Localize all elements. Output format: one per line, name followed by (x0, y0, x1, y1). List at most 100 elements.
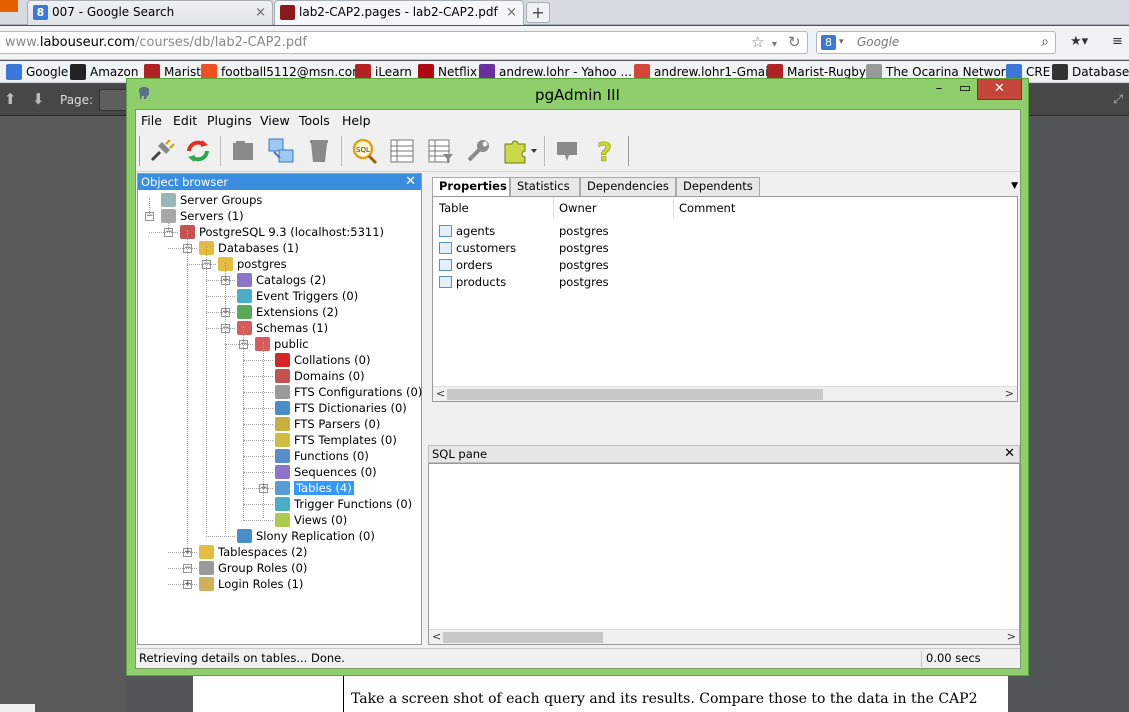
tree-node-label: Slony Replication (0) (256, 529, 375, 543)
tree-node-label: Tablespaces (2) (218, 545, 308, 559)
bookmark-star-icon[interactable]: ☆ (751, 32, 764, 53)
menu-icon[interactable]: ≡ (1112, 34, 1123, 49)
horizontal-scrollbar[interactable]: < > (433, 386, 1017, 401)
tree-node[interactable]: Extensions (2) (237, 304, 338, 320)
tree-node[interactable]: Views (0) (275, 512, 347, 528)
tree-node[interactable]: Login Roles (1) (199, 576, 303, 592)
tree-node[interactable]: Trigger Functions (0) (275, 496, 412, 512)
hint-icon[interactable] (550, 134, 584, 168)
firefox-menu-button[interactable] (0, 0, 18, 12)
column-header-comment[interactable]: Comment (679, 201, 735, 215)
view-data-icon[interactable] (385, 134, 419, 168)
tree-node[interactable]: Event Triggers (0) (237, 288, 358, 304)
tree-node[interactable]: Group Roles (0) (199, 560, 307, 576)
maintenance-wrench-icon[interactable] (461, 134, 495, 168)
fullscreen-icon[interactable]: ⤢ (1113, 92, 1123, 107)
scrollbar-thumb[interactable] (443, 632, 603, 643)
tabs-dropdown-icon[interactable]: ▼ (1011, 181, 1018, 191)
view-icon (275, 513, 290, 527)
chevron-down-icon[interactable]: ▾ (839, 32, 844, 53)
view-filtered-data-icon[interactable] (423, 134, 457, 168)
column-header-owner[interactable]: Owner (559, 201, 597, 215)
tree-node[interactable]: Schemas (1) (237, 320, 328, 336)
close-pane-icon[interactable]: ✕ (1004, 446, 1015, 462)
bookmark-item[interactable]: Database (1052, 64, 1129, 80)
tab-dependents[interactable]: Dependents (676, 177, 760, 196)
menu-edit[interactable]: Edit (173, 113, 197, 128)
collation-icon (275, 353, 290, 367)
bookmark-item[interactable]: Google (6, 64, 68, 80)
next-page-icon[interactable]: ⬇ (32, 90, 45, 108)
table-row[interactable]: orders postgres (439, 257, 999, 274)
tree-node[interactable]: FTS Parsers (0) (275, 416, 380, 432)
tree-node[interactable]: Servers (1) (161, 208, 244, 224)
page-number-input[interactable] (99, 89, 129, 111)
menu-view[interactable]: View (260, 113, 290, 128)
scroll-left-icon[interactable]: < (432, 630, 441, 643)
status-bar: Retrieving details on tables... Done. 0.… (136, 648, 1020, 668)
column-header-table[interactable]: Table (439, 201, 469, 215)
tree-node[interactable]: Server Groups (161, 192, 262, 208)
refresh-icon[interactable] (181, 134, 215, 168)
plugins-puzzle-icon[interactable] (499, 134, 541, 168)
help-icon[interactable]: ? (588, 134, 622, 168)
properties-icon[interactable] (226, 134, 260, 168)
scroll-left-icon[interactable]: < (436, 387, 445, 400)
tree-node[interactable]: FTS Templates (0) (275, 432, 397, 448)
browser-tab-pdf[interactable]: lab2-CAP2.pages - lab2-CAP2.pdf × (274, 0, 524, 25)
horizontal-scrollbar[interactable]: < > (429, 629, 1019, 644)
scroll-right-icon[interactable]: > (1007, 630, 1016, 643)
close-button[interactable]: ✕ (977, 79, 1022, 100)
url-bar[interactable]: www.labouseur.com/courses/db/lab2-CAP2.p… (0, 31, 808, 54)
close-tab-icon[interactable]: × (506, 1, 517, 24)
tree-node-label: FTS Parsers (0) (294, 417, 381, 431)
tree-node[interactable]: Databases (1) (199, 240, 299, 256)
bookmarks-menu-icon[interactable]: ★▾ (1070, 34, 1088, 49)
search-icon[interactable]: ⌕ (1041, 32, 1049, 53)
table-row[interactable]: products postgres (439, 274, 999, 291)
new-tab-button[interactable]: + (526, 2, 550, 23)
tab-properties[interactable]: Properties (432, 177, 510, 197)
tab-dependencies[interactable]: Dependencies (580, 177, 676, 196)
scrollbar-thumb[interactable] (447, 389, 823, 400)
close-pane-icon[interactable]: ✕ (405, 174, 416, 190)
tree-node[interactable]: PostgreSQL 9.3 (localhost:5311) (180, 224, 384, 240)
tree-node[interactable]: postgres (218, 256, 287, 272)
sql-editor[interactable]: < > (428, 463, 1020, 645)
delete-object-icon[interactable] (302, 134, 336, 168)
bookmark-label: The Ocarina Network (886, 65, 1013, 79)
tab-statistics[interactable]: Statistics (510, 177, 580, 196)
create-object-icon[interactable] (264, 134, 298, 168)
svg-text:SQL: SQL (356, 146, 370, 154)
tree-node[interactable]: Tables (4) (275, 480, 354, 496)
scroll-right-icon[interactable]: > (1005, 387, 1014, 400)
previous-page-icon[interactable]: ⬆ (4, 90, 17, 108)
close-tab-icon[interactable]: × (255, 1, 266, 24)
tree-node[interactable]: Domains (0) (275, 368, 365, 384)
table-row[interactable]: customers postgres (439, 240, 999, 257)
slony-icon (237, 529, 252, 543)
table-row[interactable]: agents postgres (439, 223, 999, 240)
tree-node[interactable]: FTS Dictionaries (0) (275, 400, 407, 416)
minimize-button[interactable]: – (929, 79, 949, 100)
menu-tools[interactable]: Tools (299, 113, 330, 128)
history-dropdown-icon[interactable]: ▾ (772, 34, 777, 53)
tree-node[interactable]: Functions (0) (275, 448, 369, 464)
reload-icon[interactable]: ↻ (788, 32, 801, 53)
tree-node[interactable]: Collations (0) (275, 352, 370, 368)
connect-plug-icon[interactable] (144, 134, 178, 168)
window-titlebar[interactable]: pgAdmin III – ▭ ✕ (127, 79, 1028, 109)
menu-file[interactable]: File (141, 113, 162, 128)
tree-node[interactable]: Sequences (0) (275, 464, 377, 480)
menu-help[interactable]: Help (342, 113, 371, 128)
tree-node[interactable]: Tablespaces (2) (199, 544, 307, 560)
sql-query-icon[interactable]: SQL (347, 134, 381, 168)
tree-node[interactable]: Slony Replication (0) (237, 528, 375, 544)
search-bar[interactable]: 8 ▾ Google ⌕ (816, 31, 1056, 54)
browser-tab-google[interactable]: 8 007 - Google Search × (27, 0, 273, 25)
tree-node[interactable]: FTS Configurations (0) (275, 384, 422, 400)
menu-plugins[interactable]: Plugins (207, 113, 252, 128)
tab-title: 007 - Google Search (52, 5, 175, 19)
tree-node[interactable]: Catalogs (2) (237, 272, 326, 288)
maximize-button[interactable]: ▭ (955, 79, 975, 100)
